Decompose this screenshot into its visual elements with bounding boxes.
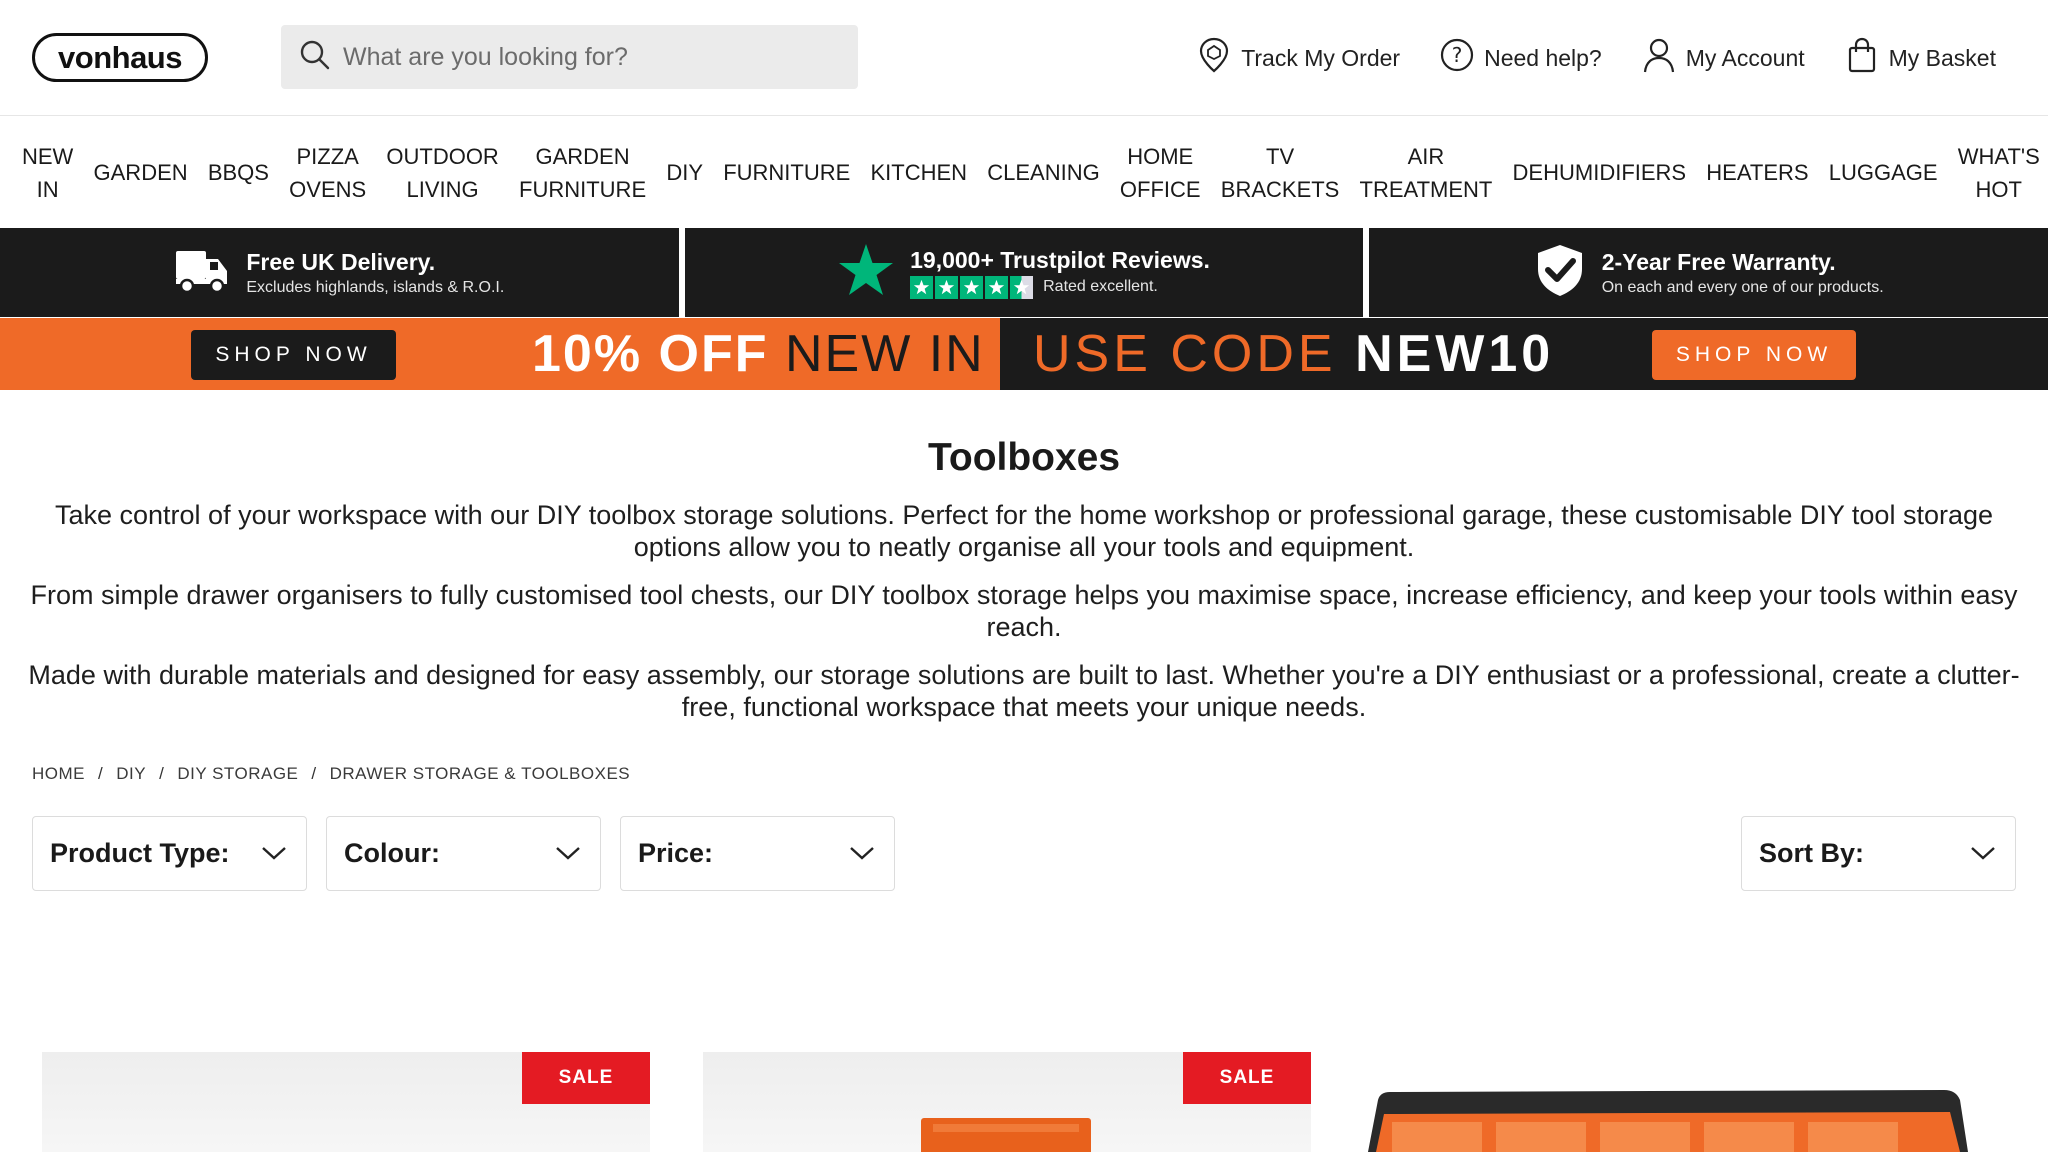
my-account-label: My Account bbox=[1685, 44, 1805, 71]
nav-item-furniture[interactable]: FURNITURE bbox=[723, 156, 850, 189]
breadcrumb: HOME / DIY / DIY STORAGE / DRAWER STORAG… bbox=[32, 764, 630, 784]
location-pin-icon bbox=[1197, 36, 1231, 80]
usp-warranty-subtitle: On each and every one of our products. bbox=[1601, 278, 1884, 296]
promo-offer-light: NEW IN bbox=[784, 325, 985, 383]
rating-half-star-icon bbox=[1010, 275, 1034, 299]
nav-item-outdoor-living[interactable]: OUTDOOR LIVING bbox=[386, 140, 498, 206]
promo-left-panel: SHOP NOW 10% OFF NEW IN bbox=[0, 318, 1000, 390]
shield-check-icon bbox=[1534, 243, 1586, 302]
usp-trustpilot-title: 19,000+ Trustpilot Reviews. bbox=[910, 246, 1210, 273]
promo-right-panel: USE CODE NEW10 SHOP NOW bbox=[1000, 318, 2048, 390]
need-help-link[interactable]: ? Need help? bbox=[1440, 36, 1602, 80]
promo-code-bold: NEW10 bbox=[1355, 325, 1555, 383]
rating-star-icon bbox=[985, 275, 1009, 299]
usp-delivery-title: Free UK Delivery. bbox=[246, 248, 436, 275]
sale-badge: SALE bbox=[1183, 1052, 1311, 1104]
product-card[interactable] bbox=[1364, 1052, 1972, 1152]
search-bar[interactable]: What are you looking for? bbox=[281, 25, 858, 89]
product-image[interactable] bbox=[1364, 1052, 1972, 1152]
sort-by-dropdown[interactable]: Sort By: bbox=[1741, 816, 2016, 891]
breadcrumb-diy-storage[interactable]: DIY STORAGE bbox=[177, 764, 298, 784]
my-account-link[interactable]: My Account bbox=[1642, 36, 1805, 80]
usp-warranty: 2-Year Free Warranty. On each and every … bbox=[1369, 228, 2048, 317]
nav-item-kitchen[interactable]: KITCHEN bbox=[870, 156, 967, 189]
product-type-filter[interactable]: Product Type: bbox=[32, 816, 307, 891]
promo-offer-bold: 10% OFF bbox=[532, 325, 769, 383]
nav-item-whats-hot[interactable]: WHAT'S HOT bbox=[1958, 140, 2040, 206]
track-order-link[interactable]: Track My Order bbox=[1197, 36, 1400, 80]
chevron-down-icon bbox=[554, 838, 582, 869]
usp-bar: Free UK Delivery. Excludes highlands, is… bbox=[0, 228, 2048, 317]
shopping-bag-icon bbox=[1845, 36, 1879, 80]
product-card[interactable]: SALE bbox=[703, 1052, 1311, 1152]
header-links: Track My Order ? Need help? My Account M… bbox=[1197, 36, 1996, 80]
breadcrumb-separator: / bbox=[311, 764, 317, 783]
intro-paragraph: Take control of your workspace with our … bbox=[54, 500, 1993, 562]
category-intro: Take control of your workspace with our … bbox=[0, 499, 2048, 739]
usp-warranty-title: 2-Year Free Warranty. bbox=[1601, 248, 1836, 275]
breadcrumb-current: DRAWER STORAGE & TOOLBOXES bbox=[329, 764, 631, 783]
chevron-down-icon bbox=[260, 838, 288, 869]
nav-item-bbqs[interactable]: BBQS bbox=[208, 156, 269, 189]
breadcrumb-separator: / bbox=[98, 764, 104, 783]
nav-item-garden-furniture[interactable]: GARDEN FURNITURE bbox=[519, 140, 646, 206]
price-filter-label: Price: bbox=[638, 838, 714, 868]
page-title: Toolboxes bbox=[927, 436, 1121, 479]
chevron-down-icon bbox=[848, 838, 876, 869]
colour-filter[interactable]: Colour: bbox=[326, 816, 601, 891]
product-type-filter-label: Product Type: bbox=[50, 838, 230, 868]
promo-code-text: USE CODE NEW10 bbox=[1033, 326, 1554, 382]
sale-badge: SALE bbox=[522, 1052, 650, 1104]
usp-trustpilot-subtitle: Rated excellent. bbox=[1043, 278, 1158, 295]
breadcrumb-diy[interactable]: DIY bbox=[116, 764, 146, 784]
nav-item-luggage[interactable]: LUGGAGE bbox=[1829, 156, 1938, 189]
search-icon bbox=[299, 39, 331, 76]
product-card[interactable]: SALE bbox=[42, 1052, 650, 1152]
nav-item-new-in[interactable]: NEW IN bbox=[22, 140, 73, 206]
rating-star-icon bbox=[960, 275, 984, 299]
shop-now-button-right[interactable]: SHOP NOW bbox=[1652, 330, 1856, 380]
breadcrumb-separator: / bbox=[159, 764, 165, 783]
price-filter[interactable]: Price: bbox=[620, 816, 895, 891]
usp-trustpilot: 19,000+ Trustpilot Reviews. Rated excell… bbox=[684, 228, 1364, 317]
nav-item-tv-brackets[interactable]: TV BRACKETS bbox=[1221, 140, 1340, 206]
need-help-label: Need help? bbox=[1484, 44, 1602, 71]
usp-delivery-subtitle: Excludes highlands, islands & R.O.I. bbox=[246, 278, 505, 296]
nav-item-pizza-ovens[interactable]: PIZZA OVENS bbox=[289, 140, 366, 206]
main-nav: NEW IN GARDEN BBQS PIZZA OVENS OUTDOOR L… bbox=[0, 117, 2048, 228]
intro-paragraph: From simple drawer organisers to fully c… bbox=[30, 580, 2018, 642]
trustpilot-star-icon bbox=[838, 243, 894, 302]
usp-delivery: Free UK Delivery. Excludes highlands, is… bbox=[0, 228, 679, 317]
promo-offer-text: 10% OFF NEW IN bbox=[532, 326, 985, 382]
nav-item-heaters[interactable]: HEATERS bbox=[1706, 156, 1808, 189]
nav-item-home-office[interactable]: HOME OFFICE bbox=[1120, 140, 1201, 206]
site-header: vonhaus What are you looking for? Track … bbox=[0, 0, 2048, 116]
delivery-truck-icon bbox=[174, 245, 230, 300]
vonhaus-logo[interactable]: vonhaus bbox=[32, 33, 208, 82]
nav-item-diy[interactable]: DIY bbox=[666, 156, 703, 189]
sort-by-label: Sort By: bbox=[1759, 838, 1865, 868]
promo-code-light: USE CODE bbox=[1033, 325, 1337, 383]
my-basket-link[interactable]: My Basket bbox=[1845, 36, 1996, 80]
nav-item-dehumidifiers[interactable]: DEHUMIDIFIERS bbox=[1513, 156, 1687, 189]
svg-text:?: ? bbox=[1452, 43, 1463, 67]
nav-item-garden[interactable]: GARDEN bbox=[94, 156, 188, 189]
tool-chest-image bbox=[1368, 1090, 1968, 1152]
intro-paragraph: Made with durable materials and designed… bbox=[28, 660, 2020, 722]
user-icon bbox=[1642, 36, 1676, 80]
breadcrumb-home[interactable]: HOME bbox=[32, 764, 85, 784]
rating-star-icon bbox=[935, 275, 959, 299]
nav-item-air-treatment[interactable]: AIR TREATMENT bbox=[1360, 140, 1493, 206]
search-input[interactable]: What are you looking for? bbox=[343, 43, 628, 72]
chevron-down-icon bbox=[1969, 838, 1997, 869]
track-order-label: Track My Order bbox=[1241, 44, 1401, 71]
trustpilot-rating-stars bbox=[910, 275, 1034, 299]
promo-banner[interactable]: SHOP NOW 10% OFF NEW IN USE CODE NEW10 S… bbox=[0, 318, 2048, 390]
help-circle-icon: ? bbox=[1440, 36, 1474, 80]
colour-filter-label: Colour: bbox=[344, 838, 440, 868]
rating-star-icon bbox=[910, 275, 934, 299]
shop-now-button-left[interactable]: SHOP NOW bbox=[191, 330, 396, 380]
my-basket-label: My Basket bbox=[1888, 44, 1996, 71]
nav-item-cleaning[interactable]: CLEANING bbox=[987, 156, 1099, 189]
